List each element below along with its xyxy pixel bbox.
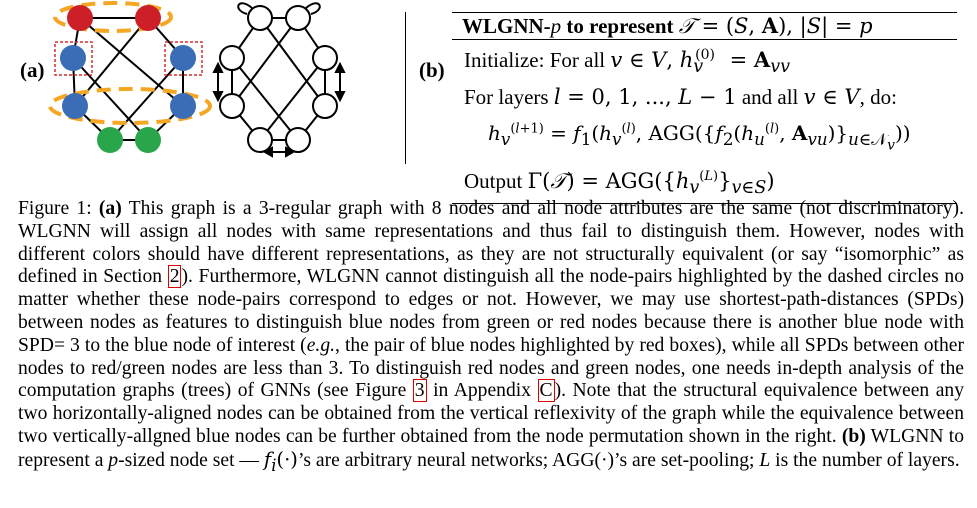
panel-b-label: (b) (419, 58, 445, 82)
algorithm-title-math: 𝒯 = (S, A), |S| = p (678, 13, 873, 38)
blue-node (170, 93, 196, 119)
section-ref-link[interactable]: 2 (167, 265, 182, 289)
figure-panel-a (48, 1, 346, 158)
caption-text-8: ’s are arbitrary neural networks; AGG(·)… (297, 449, 760, 471)
caption-part-a-tag: (a) (98, 198, 122, 219)
panel-divider (405, 12, 406, 164)
caption-fi-math: fi(·) (263, 447, 298, 475)
algorithm-box: WLGNN-p to represent 𝒯 = (S, A), |S| = p… (452, 12, 957, 205)
appendix-ref-link[interactable]: C (537, 379, 555, 403)
caption-text-4: in Appendix (426, 380, 538, 402)
algorithm-layers: For layers l = 0, 1, ..., L − 1 and all … (452, 82, 957, 112)
algorithm-output-math: Γ(𝒯) = AGG({hv(L)}v∈S) (527, 169, 775, 199)
algorithm-title-rest: to represent (561, 14, 679, 38)
algorithm-init-math: v ∈ V, hv(0) = Avv (610, 47, 790, 78)
caption-label: Figure 1: (18, 198, 92, 219)
algorithm-layers-range: l = 0, 1, ..., L − 1 (553, 85, 737, 110)
graph-node (312, 45, 338, 71)
panel-a-label: (a) (20, 58, 45, 82)
permutation-graph-edges (231, 17, 326, 141)
graph-node (219, 93, 245, 119)
caption-text-9: is the number of layers. (770, 449, 960, 471)
algorithm-title-p: p (550, 14, 562, 38)
algorithm-layers-do: , do: (859, 85, 897, 110)
graph-node (312, 93, 338, 119)
graph-node (285, 5, 311, 31)
red-node (135, 5, 161, 31)
figure-ref-link[interactable]: 3 (412, 379, 427, 403)
algorithm-update-math: hv(l+1) = f1(hv(l), AGG({f2(hu(l), Avu)}… (488, 120, 911, 154)
red-node (67, 5, 93, 31)
algorithm-output-prefix: Output (464, 169, 528, 194)
blue-node (170, 45, 196, 71)
caption-eg: e.g. (306, 334, 336, 356)
blue-node (62, 93, 88, 119)
figure-caption: Figure 1: (a) This graph is a 3-regular … (18, 198, 964, 477)
algorithm-layers-set: v ∈ V (803, 85, 860, 110)
green-node (97, 127, 123, 153)
algorithm-layers-mid: and all (736, 85, 804, 110)
caption-text-8-L: L (759, 449, 771, 471)
blue-node (60, 45, 86, 71)
algorithm-init-prefix: Initialize: For all (464, 48, 611, 72)
green-node (135, 127, 161, 153)
graph-node (285, 127, 311, 153)
caption-text-7: -sized node set — (118, 449, 264, 471)
algorithm-title-bold: WLGNN- (462, 14, 551, 38)
graph-node (247, 5, 273, 31)
caption-text-6-p: p (108, 449, 119, 471)
algorithm-layers-prefix: For layers (464, 85, 554, 110)
algorithm-init: Initialize: For all v ∈ V, hv(0) = Avv (452, 40, 957, 82)
graph-node (247, 127, 273, 153)
caption-part-b-tag: (b) (841, 425, 866, 447)
algorithm-title: WLGNN-p to represent 𝒯 = (S, A), |S| = p (452, 13, 957, 39)
algorithm-update: hv(l+1) = f1(hv(l), AGG({f2(hu(l), Avu)}… (452, 112, 957, 162)
graph-node (219, 45, 245, 71)
